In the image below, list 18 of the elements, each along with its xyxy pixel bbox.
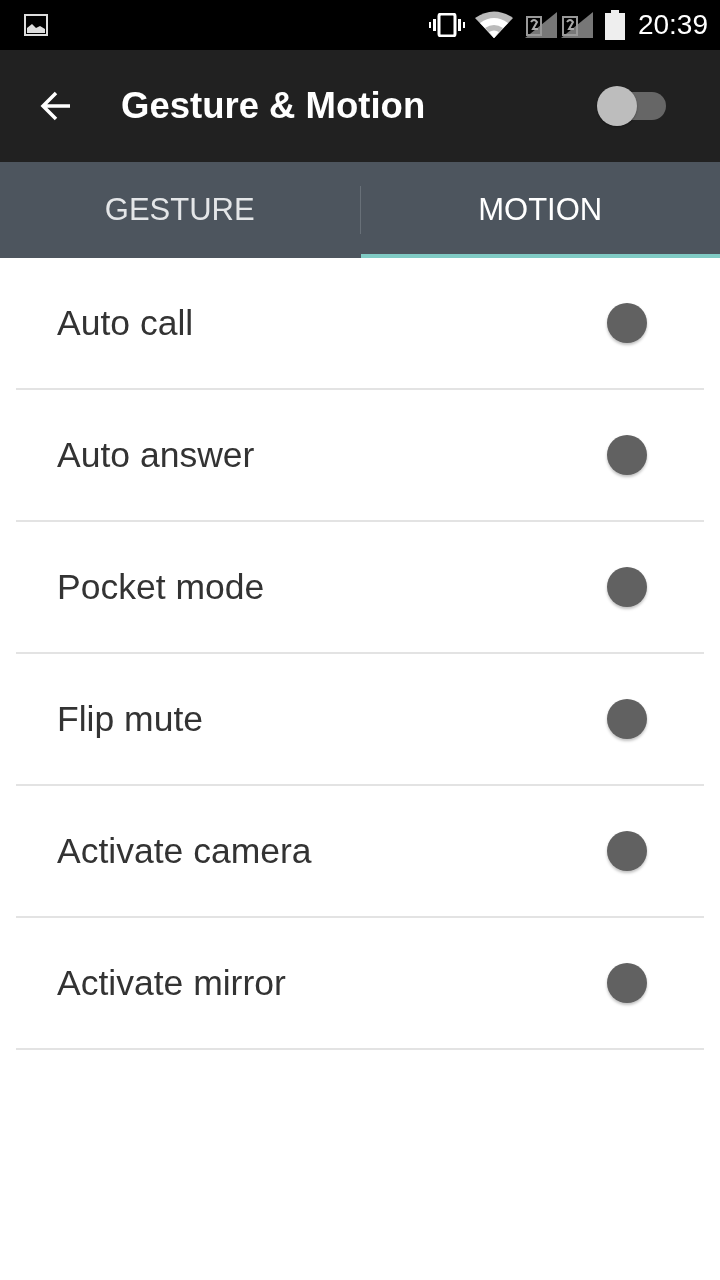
toggle-switch[interactable] bbox=[597, 86, 667, 126]
wifi-icon bbox=[474, 11, 513, 39]
setting-label: Flip mute bbox=[57, 698, 204, 740]
screen-title: Gesture & Motion bbox=[121, 85, 427, 127]
tab[interactable]: GESTURE bbox=[0, 162, 360, 258]
image-icon bbox=[24, 14, 48, 36]
battery-icon bbox=[604, 10, 625, 40]
back-arrow-icon bbox=[40, 90, 72, 122]
signal-icon bbox=[560, 12, 593, 38]
setting-label: Activate mirror bbox=[57, 962, 287, 1004]
setting-label: Auto answer bbox=[57, 434, 256, 476]
signal-icon bbox=[524, 12, 557, 38]
vibrate-icon bbox=[428, 13, 465, 37]
setting-label: Pocket mode bbox=[57, 566, 266, 608]
setting-label: Activate camera bbox=[57, 830, 313, 872]
clock-time: 20:39 bbox=[637, 11, 708, 39]
tab[interactable]: MOTION bbox=[360, 162, 720, 258]
setting-label: Auto call bbox=[57, 302, 195, 344]
